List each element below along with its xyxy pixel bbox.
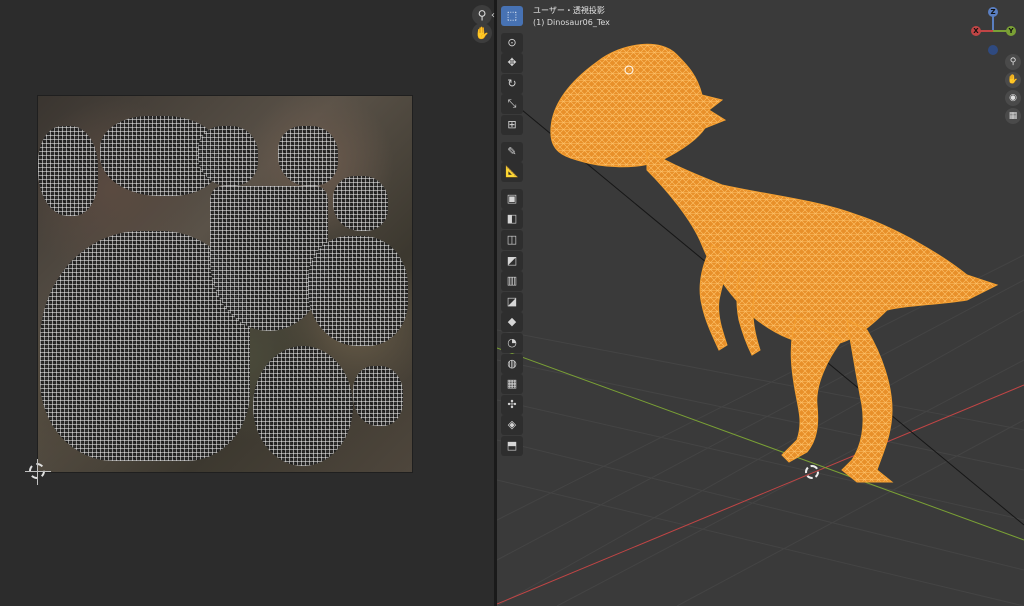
tool-separator [501,183,525,189]
shear-tool[interactable]: ◈ [501,415,523,436]
gizmo-z-axis[interactable]: Z [988,7,998,17]
uv-2d-cursor[interactable] [25,459,51,485]
gizmo-x-axis[interactable]: X [971,26,981,36]
scale-tool[interactable]: ⤡ [501,94,523,115]
tool-separator [501,136,525,142]
uv-island-arm-1[interactable] [38,126,98,216]
tool-shelf: ⬚ ⊙ ✥ ↻ ⤡ ⊞ ✎ 📐 ▣ ◧ ◫ ◩ ▥ ◪ ◆ ◔ ◍ ▦ ✣ ◈ ⬒ [501,6,525,456]
uv-island-foot-1[interactable] [278,126,338,186]
uv-texture-image[interactable] [37,95,413,473]
move-tool[interactable]: ✥ [501,53,523,74]
navigation-gizmo[interactable]: Z Y X [970,5,1020,55]
transform-tool[interactable]: ⊞ [501,114,523,135]
zoom-icon[interactable]: ⚲ [472,5,492,25]
hand-icon[interactable]: ✋ [1005,72,1021,88]
poly-build-tool[interactable]: ◆ [501,312,523,333]
grid-icon[interactable]: ▦ [1005,108,1021,124]
rotate-tool[interactable]: ↻ [501,73,523,94]
uv-island-small-1[interactable] [353,366,403,426]
3d-viewport[interactable]: ⬚ ⊙ ✥ ↻ ⤡ ⊞ ✎ 📐 ▣ ◧ ◫ ◩ ▥ ◪ ◆ ◔ ◍ ▦ ✣ ◈ ⬒ ユーザー・透視投影 (1) Dino… [497,0,1024,606]
zoom-icon[interactable]: ⚲ [1005,54,1021,70]
select-box-tool[interactable]: ⬚ [501,6,523,26]
active-object-label: (1) Dinosaur06_Tex [533,18,610,27]
tool-separator [501,27,525,33]
add-cube-tool[interactable]: ▣ [501,188,523,209]
3d-cursor[interactable] [805,465,819,479]
inset-tool[interactable]: ◫ [501,229,523,250]
chevron-left-icon[interactable]: ‹ [491,10,495,21]
dinosaur-mesh[interactable] [497,0,1024,606]
blender-window: ⚲ ✋ ‹ ⬚ ⊙ ✥ ↻ ⤡ ⊞ ✎ 📐 ▣ ◧ ◫ ◩ ▥ ◪ ◆ ◔ ◍ … [0,0,1024,606]
annotate-tool[interactable]: ✎ [501,141,523,162]
uv-island-side[interactable] [308,236,408,346]
gizmo-y-axis[interactable]: Y [1006,26,1016,36]
knife-tool[interactable]: ◪ [501,291,523,312]
edge-slide-tool[interactable]: ▦ [501,374,523,395]
loop-cut-tool[interactable]: ▥ [501,271,523,292]
rip-region-tool[interactable]: ⬒ [501,435,523,456]
gizmo-neg-z[interactable] [988,45,998,55]
uv-island-leg[interactable] [253,346,353,466]
uv-island-foot-2[interactable] [333,176,388,231]
uv-island-arm-2[interactable] [198,126,258,186]
extrude-tool[interactable]: ◧ [501,209,523,230]
hand-icon[interactable]: ✋ [472,23,492,43]
view-mode-label: ユーザー・透視投影 [533,6,605,15]
bevel-tool[interactable]: ◩ [501,250,523,271]
uv-editor-area[interactable]: ⚲ ✋ [0,0,494,606]
spin-tool[interactable]: ◔ [501,332,523,353]
shrink-fatten-tool[interactable]: ✣ [501,394,523,415]
smooth-tool[interactable]: ◍ [501,353,523,374]
measure-tool[interactable]: 📐 [501,162,523,183]
viewport-info: ユーザー・透視投影 (1) Dinosaur06_Tex [533,5,610,29]
camera-icon[interactable]: ◉ [1005,90,1021,106]
cursor-tool[interactable]: ⊙ [501,32,523,53]
